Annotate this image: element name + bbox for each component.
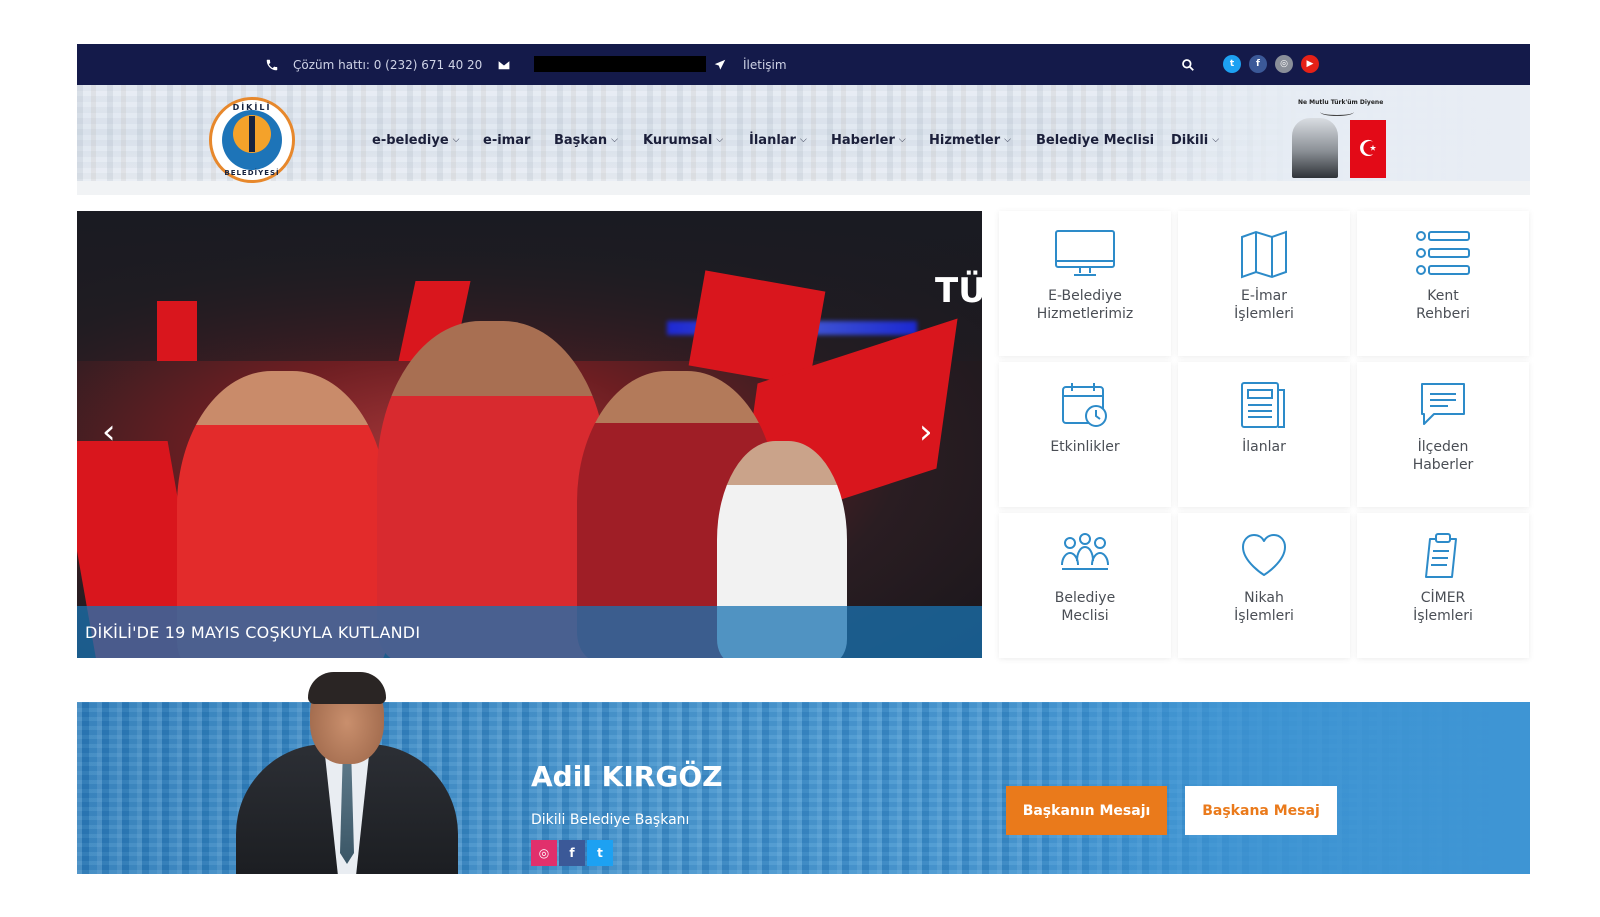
chevron-down-icon: ⌵ — [716, 135, 724, 145]
instagram-icon[interactable]: ◎ — [531, 840, 557, 866]
tile-cimer-islemleri[interactable]: CİMER İşlemleri — [1357, 513, 1529, 658]
chevron-down-icon: ⌵ — [611, 135, 618, 145]
logo-text-bottom: BELEDİYESİ — [224, 169, 280, 177]
slider-next-icon[interactable]: › — [919, 412, 933, 452]
heart-icon — [1242, 534, 1286, 576]
search-button[interactable] — [1181, 44, 1195, 85]
twitter-icon[interactable]: t — [587, 840, 613, 866]
tile-nikah-islemleri[interactable]: Nikah İşlemleri — [1178, 513, 1350, 658]
facebook-icon[interactable]: f — [559, 840, 585, 866]
location-arrow-icon — [713, 58, 727, 72]
search-icon — [1181, 58, 1195, 72]
chevron-down-icon: ⌵ — [1212, 135, 1220, 145]
store-sign: TÜ — [935, 271, 982, 311]
turkish-flag-icon: ☪ — [1350, 120, 1386, 178]
tile-kent-rehberi[interactable]: Kent Rehberi — [1357, 211, 1529, 356]
top-bar: Çözüm hattı: 0 (232) 671 40 20 İletişim … — [77, 44, 1530, 85]
contact-link[interactable]: İletişim — [713, 44, 787, 85]
nav-item-haberler[interactable]: Haberler ⌵ — [831, 133, 906, 148]
email-link[interactable] — [497, 44, 511, 85]
tile-e-imar[interactable]: E-İmar İşlemleri — [1178, 211, 1350, 356]
calendar-clock-icon — [1062, 383, 1107, 427]
nav-item-baskan[interactable]: Başkan ⌵ — [554, 133, 618, 148]
message-to-mayor-button[interactable]: Başkana Mesaj — [1185, 786, 1337, 835]
page: Çözüm hattı: 0 (232) 671 40 20 İletişim … — [0, 0, 1600, 917]
nav-item-e-belediye[interactable]: e-belediye ⌵ — [372, 133, 460, 148]
hotline[interactable]: Çözüm hattı: 0 (232) 671 40 20 — [265, 44, 482, 85]
map-icon — [1241, 230, 1287, 279]
chevron-down-icon: ⌵ — [898, 135, 906, 145]
tile-belediye-meclisi[interactable]: Belediye Meclisi — [999, 513, 1171, 658]
facebook-icon[interactable]: f — [1249, 55, 1267, 73]
nav-item-belediye-meclisi[interactable]: Belediye Meclisi — [1036, 133, 1154, 148]
ataturk-badge: Ne Mutlu Türk'üm Diyene ☪ — [1290, 98, 1390, 184]
chevron-down-icon: ⌵ — [452, 135, 460, 145]
mayor-photo — [236, 672, 458, 874]
slider-caption[interactable]: DİKİLİ'DE 19 MAYIS COŞKUYLA KUTLANDI — [77, 606, 982, 658]
nav-item-kurumsal[interactable]: Kurumsal ⌵ — [643, 133, 723, 148]
tile-ilanlar[interactable]: İlanlar — [1178, 362, 1350, 507]
nav-item-e-imar[interactable]: e-imar — [483, 133, 530, 148]
clipboard-icon — [1425, 533, 1457, 578]
phone-icon — [265, 58, 279, 72]
quick-links-grid: E-Belediye Hizmetlerimiz E-İmar İşlemleri … — [999, 211, 1530, 658]
signature — [1320, 108, 1354, 116]
monitor-icon — [1055, 230, 1115, 276]
tile-ilceden-haberler[interactable]: İlçeden Haberler — [1357, 362, 1529, 507]
slider-prev-icon[interactable]: ‹ — [102, 412, 116, 452]
people-icon — [1061, 533, 1109, 570]
nav-item-dikili[interactable]: Dikili ⌵ — [1171, 133, 1219, 148]
hotline-text: Çözüm hattı: 0 (232) 671 40 20 — [293, 57, 483, 72]
document-icon — [1241, 382, 1285, 428]
mayor-title: Dikili Belediye Başkanı — [531, 812, 690, 828]
list-icon — [1416, 231, 1470, 275]
mayor-name: Adil KIRGÖZ — [531, 760, 723, 793]
mayor-message-button[interactable]: Başkanın Mesajı — [1006, 786, 1167, 835]
tile-etkinlikler[interactable]: Etkinlikler — [999, 362, 1171, 507]
twitter-icon[interactable]: t — [1223, 55, 1241, 73]
redacted-email — [534, 56, 706, 72]
instagram-icon[interactable]: ◎ — [1275, 55, 1293, 73]
ataturk-portrait — [1292, 118, 1338, 178]
nav-item-ilanlar[interactable]: İlanlar ⌵ — [749, 133, 807, 148]
logo[interactable]: DİKİLİ BELEDİYESİ — [209, 97, 295, 183]
envelope-icon — [497, 59, 511, 71]
tile-e-belediye[interactable]: E-Belediye Hizmetlerimiz — [999, 211, 1171, 356]
motto-text: Ne Mutlu Türk'üm Diyene — [1298, 99, 1384, 106]
hero-slider[interactable]: TÜ ‹ › DİKİLİ'DE 19 MAYIS COŞKUYLA KUTLA… — [77, 211, 982, 658]
logo-emblem — [222, 110, 282, 170]
chevron-down-icon: ⌵ — [799, 135, 807, 145]
chevron-down-icon: ⌵ — [1004, 135, 1011, 145]
youtube-icon[interactable]: ▶ — [1301, 55, 1319, 73]
contact-text: İletişim — [743, 57, 787, 72]
nav-item-hizmetler[interactable]: Hizmetler ⌵ — [929, 133, 1011, 148]
message-icon — [1421, 383, 1465, 425]
